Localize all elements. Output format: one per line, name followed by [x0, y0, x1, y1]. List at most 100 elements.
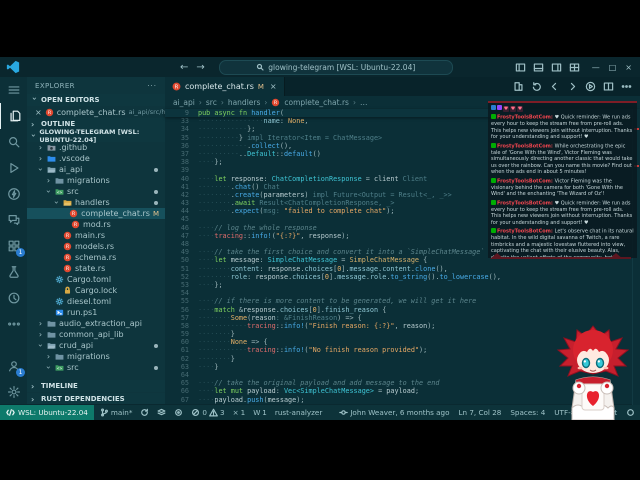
activity-thunder-client[interactable]: [0, 181, 27, 207]
run-circle-icon[interactable]: [585, 81, 596, 92]
cursor-position[interactable]: Ln 7, Col 28: [459, 408, 502, 417]
tree-item-src[interactable]: › <> src: [27, 186, 165, 197]
breadcrumb-item[interactable]: ai_api: [173, 98, 195, 107]
blame-info[interactable]: John Weaver, 6 months ago: [339, 408, 450, 417]
target-status[interactable]: [174, 408, 183, 417]
activity-menu[interactable]: [0, 77, 27, 103]
code-line[interactable]: 52 ········role: response.choices[0].mess…: [165, 273, 640, 281]
code-token: default: [283, 149, 313, 158]
code-line[interactable]: 56 ····match &response.choices[0].finish_…: [165, 306, 640, 314]
code-token: payload: [214, 395, 244, 404]
activity-history[interactable]: [0, 285, 27, 311]
breadcrumb-item[interactable]: handlers: [228, 98, 261, 107]
code-line[interactable]: 55 ····// if there is more content to be …: [165, 297, 640, 305]
chevron-right-icon[interactable]: ›: [37, 154, 44, 163]
tree-item-state.rs[interactable]: Rstate.rs: [27, 263, 165, 274]
layout-sidebar-right-icon[interactable]: [551, 62, 562, 73]
line-number: 66: [180, 387, 189, 396]
tree-item-src[interactable]: › <> src: [27, 362, 165, 373]
tree-item-diesel.toml[interactable]: diesel.toml: [27, 296, 165, 307]
indentation[interactable]: Spaces: 4: [510, 408, 545, 417]
tree-item-Cargo.lock[interactable]: Cargo.lock: [27, 285, 165, 296]
chevron-right-icon[interactable]: ›: [37, 319, 44, 328]
maximize-icon[interactable]: □: [609, 63, 617, 72]
activity-more[interactable]: [0, 311, 27, 337]
section-project[interactable]: › GLOWING-TELEGRAM [WSL: UBUNTU-22.04]: [27, 128, 165, 144]
nav-forward-icon[interactable]: →: [196, 62, 204, 73]
chevron-down-icon[interactable]: ›: [36, 166, 45, 173]
chevron-right-icon[interactable]: ›: [37, 330, 44, 339]
code-line[interactable]: 51 ········content: response.choices[0].m…: [165, 265, 640, 273]
tree-item-ai_api[interactable]: › ai_api: [27, 164, 165, 175]
tree-item-complete_chat.rs[interactable]: Rcomplete_chat.rs M: [27, 208, 165, 219]
line-number: 48: [180, 240, 189, 248]
tree-item-.github[interactable]: › .github: [27, 142, 165, 153]
tree-item-.vscode[interactable]: › .vscode: [27, 153, 165, 164]
chevron-down-icon[interactable]: ›: [44, 364, 53, 371]
section-timeline[interactable]: › TIMELINE: [27, 380, 165, 392]
chevron-right-icon[interactable]: ›: [37, 143, 44, 152]
activity-comments[interactable]: [0, 207, 27, 233]
tree-item-crud_api[interactable]: › crud_api: [27, 340, 165, 351]
breadcrumb-item[interactable]: src: [206, 98, 217, 107]
tree-item-common_api_lib[interactable]: › common_api_lib: [27, 329, 165, 340]
counter-x[interactable]: × 1: [233, 408, 246, 417]
activity-settings[interactable]: [0, 379, 27, 405]
breadcrumb-item[interactable]: complete_chat.rs: [284, 98, 349, 107]
close-editor-icon[interactable]: ×: [35, 108, 42, 117]
counter-w[interactable]: W1: [253, 408, 267, 417]
code-line[interactable]: 53 ····};: [165, 281, 640, 289]
activity-search[interactable]: [0, 129, 27, 155]
customize-layout-icon[interactable]: [569, 62, 580, 73]
nav-back-icon[interactable]: ←: [180, 62, 188, 73]
open-editor-item[interactable]: ×Rcomplete_chat.rsai_api/src/h...M: [27, 106, 165, 118]
tree-item-handlers[interactable]: › handlers: [27, 197, 165, 208]
problems[interactable]: 03: [191, 408, 225, 417]
layout-panel-icon[interactable]: [533, 62, 544, 73]
sync-status[interactable]: [140, 408, 149, 417]
more-icon[interactable]: [621, 81, 632, 92]
chevron-down-icon[interactable]: ›: [52, 199, 61, 206]
activity-testing[interactable]: [0, 259, 27, 285]
minimize-icon[interactable]: —: [592, 63, 600, 72]
tree-item-audio_extraction_api[interactable]: › audio_extraction_api: [27, 318, 165, 329]
code-token: reason: [402, 321, 428, 330]
tree-item-Cargo.toml[interactable]: Cargo.toml: [27, 274, 165, 285]
code-line[interactable]: 54: [165, 289, 640, 297]
counter-w-icon: W: [253, 408, 261, 417]
tree-item-mod.rs[interactable]: Rmod.rs: [27, 219, 165, 230]
next-change-icon[interactable]: [567, 81, 578, 92]
open-changes-icon[interactable]: [513, 81, 524, 92]
rust-analyzer-status[interactable]: rust-analyzer: [275, 408, 322, 417]
section-open-editors[interactable]: › OPEN EDITORS: [27, 94, 165, 106]
remote-indicator[interactable]: WSL: Ubuntu-22.04: [0, 405, 94, 420]
tree-item-migrations[interactable]: › migrations: [27, 351, 165, 362]
discard-icon[interactable]: [531, 81, 542, 92]
layout-sidebar-left-icon[interactable]: [515, 62, 526, 73]
code-line[interactable]: 57 ········Some(reason: &FinishReason) =>…: [165, 314, 640, 322]
activity-explorer[interactable]: [0, 103, 28, 129]
code-token: ····: [198, 256, 215, 265]
chevron-right-icon[interactable]: ›: [45, 176, 52, 185]
more-actions-icon[interactable]: ···: [147, 82, 157, 90]
chevron-right-icon[interactable]: ›: [45, 352, 52, 361]
breadcrumb-item[interactable]: …: [360, 98, 368, 107]
activity-account[interactable]: 1: [0, 353, 27, 379]
tree-item-models.rs[interactable]: Rmodels.rs: [27, 241, 165, 252]
tree-item-migrations[interactable]: › migrations: [27, 175, 165, 186]
tree-item-schema.rs[interactable]: Rschema.rs: [27, 252, 165, 263]
chevron-down-icon[interactable]: ›: [36, 342, 45, 349]
tree-item-main.rs[interactable]: Rmain.rs: [27, 230, 165, 241]
activity-run-debug[interactable]: [0, 155, 27, 181]
tree-item-run.ps1[interactable]: run.ps1: [27, 307, 165, 318]
split-icon[interactable]: [603, 81, 614, 92]
tab-complete-chat[interactable]: R complete_chat.rs M ×: [165, 77, 285, 96]
tab-close-icon[interactable]: ×: [270, 82, 277, 91]
close-icon[interactable]: ×: [625, 63, 632, 72]
git-branch[interactable]: main*: [100, 408, 132, 417]
chevron-down-icon[interactable]: ›: [44, 188, 53, 195]
layers-status[interactable]: [157, 408, 166, 417]
prev-change-icon[interactable]: [549, 81, 560, 92]
activity-extensions[interactable]: 1: [0, 233, 27, 259]
command-center-search[interactable]: glowing-telegram [WSL: Ubuntu-22.04]: [218, 59, 453, 75]
